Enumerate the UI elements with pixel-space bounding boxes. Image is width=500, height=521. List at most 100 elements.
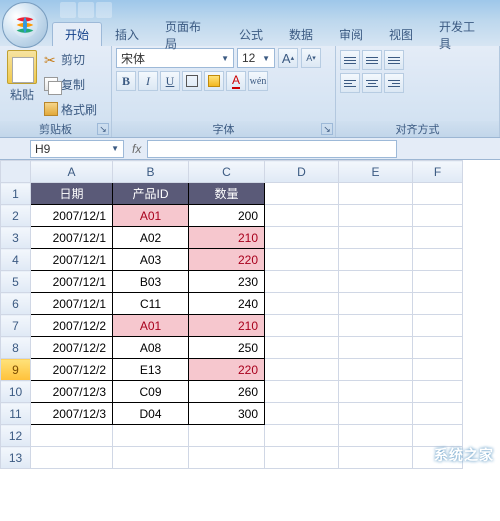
cell[interactable]: [265, 425, 339, 447]
cell-date[interactable]: 2007/12/2: [31, 315, 113, 337]
office-button[interactable]: [2, 2, 48, 48]
grow-font-button[interactable]: A▴: [278, 48, 298, 68]
tab-7[interactable]: 开发工具: [426, 22, 500, 46]
underline-button[interactable]: U: [160, 71, 180, 91]
tab-0[interactable]: 开始: [52, 22, 102, 46]
bold-button[interactable]: B: [116, 71, 136, 91]
cell-qty[interactable]: 210: [189, 315, 265, 337]
formula-input[interactable]: [147, 140, 397, 158]
cell-qty[interactable]: 300: [189, 403, 265, 425]
font-color-button[interactable]: A: [226, 71, 246, 91]
cell-qty[interactable]: 220: [189, 359, 265, 381]
qat-undo-icon[interactable]: [78, 2, 94, 18]
cell-date[interactable]: 2007/12/3: [31, 403, 113, 425]
paste-button[interactable]: 粘贴: [4, 48, 40, 121]
row-header-6[interactable]: 6: [1, 293, 31, 315]
cell[interactable]: [265, 359, 339, 381]
cell[interactable]: [339, 183, 413, 205]
cell[interactable]: [31, 447, 113, 469]
row-header-2[interactable]: 2: [1, 205, 31, 227]
cell-date[interactable]: 2007/12/1: [31, 249, 113, 271]
cell[interactable]: [265, 403, 339, 425]
cell[interactable]: [339, 403, 413, 425]
col-header-B[interactable]: B: [113, 161, 189, 183]
cell-qty[interactable]: 250: [189, 337, 265, 359]
cell[interactable]: [413, 337, 463, 359]
cell-product[interactable]: A03: [113, 249, 189, 271]
cell[interactable]: [339, 293, 413, 315]
cell[interactable]: [189, 425, 265, 447]
phonetic-guide-button[interactable]: wén: [248, 71, 268, 91]
cell[interactable]: [265, 381, 339, 403]
cell[interactable]: [339, 271, 413, 293]
cell[interactable]: [413, 293, 463, 315]
row-header-5[interactable]: 5: [1, 271, 31, 293]
row-header-4[interactable]: 4: [1, 249, 31, 271]
cell[interactable]: [265, 249, 339, 271]
cell[interactable]: [413, 271, 463, 293]
cell-qty[interactable]: 230: [189, 271, 265, 293]
tab-4[interactable]: 数据: [276, 22, 326, 46]
cell[interactable]: [339, 227, 413, 249]
cell[interactable]: [265, 183, 339, 205]
copy-button[interactable]: 复制: [42, 73, 99, 95]
align-left-button[interactable]: [340, 73, 360, 93]
font-dialog-launcher[interactable]: ↘: [321, 123, 333, 135]
qat-save-icon[interactable]: [60, 2, 76, 18]
cell-qty[interactable]: 220: [189, 249, 265, 271]
borders-button[interactable]: [182, 71, 202, 91]
header-date[interactable]: 日期: [31, 183, 113, 205]
cell[interactable]: [31, 425, 113, 447]
col-header-D[interactable]: D: [265, 161, 339, 183]
row-header-3[interactable]: 3: [1, 227, 31, 249]
header-product[interactable]: 产品ID: [113, 183, 189, 205]
font-size-combo[interactable]: 12▼: [237, 48, 275, 68]
row-header-10[interactable]: 10: [1, 381, 31, 403]
row-header-1[interactable]: 1: [1, 183, 31, 205]
cell-product[interactable]: C11: [113, 293, 189, 315]
cell-qty[interactable]: 210: [189, 227, 265, 249]
cell-product[interactable]: A01: [113, 205, 189, 227]
cell-qty[interactable]: 260: [189, 381, 265, 403]
tab-6[interactable]: 视图: [376, 22, 426, 46]
col-header-F[interactable]: F: [413, 161, 463, 183]
cell-date[interactable]: 2007/12/1: [31, 293, 113, 315]
cell-qty[interactable]: 200: [189, 205, 265, 227]
cell-date[interactable]: 2007/12/2: [31, 359, 113, 381]
cell[interactable]: [339, 249, 413, 271]
select-all-corner[interactable]: [1, 161, 31, 183]
col-header-E[interactable]: E: [339, 161, 413, 183]
cell[interactable]: [413, 381, 463, 403]
cell[interactable]: [189, 447, 265, 469]
fill-color-button[interactable]: [204, 71, 224, 91]
row-header-13[interactable]: 13: [1, 447, 31, 469]
cell[interactable]: [265, 447, 339, 469]
qat-redo-icon[interactable]: [96, 2, 112, 18]
col-header-C[interactable]: C: [189, 161, 265, 183]
cell-date[interactable]: 2007/12/3: [31, 381, 113, 403]
cell-date[interactable]: 2007/12/1: [31, 271, 113, 293]
italic-button[interactable]: I: [138, 71, 158, 91]
name-box[interactable]: H9▼: [30, 140, 124, 158]
cell[interactable]: [265, 227, 339, 249]
fx-icon[interactable]: fx: [132, 142, 141, 156]
cell[interactable]: [413, 249, 463, 271]
cell[interactable]: [413, 183, 463, 205]
tab-5[interactable]: 审阅: [326, 22, 376, 46]
cell[interactable]: [413, 315, 463, 337]
cell[interactable]: [413, 227, 463, 249]
cell[interactable]: [113, 425, 189, 447]
format-painter-button[interactable]: 格式刷: [42, 98, 99, 120]
cell[interactable]: [265, 293, 339, 315]
row-header-9[interactable]: 9: [1, 359, 31, 381]
cell-product[interactable]: C09: [113, 381, 189, 403]
row-header-8[interactable]: 8: [1, 337, 31, 359]
cell-product[interactable]: A01: [113, 315, 189, 337]
cell[interactable]: [413, 205, 463, 227]
cell[interactable]: [339, 381, 413, 403]
align-top-button[interactable]: [340, 50, 360, 70]
cell-product[interactable]: A02: [113, 227, 189, 249]
cell[interactable]: [339, 447, 413, 469]
cell[interactable]: [265, 205, 339, 227]
cell-qty[interactable]: 240: [189, 293, 265, 315]
